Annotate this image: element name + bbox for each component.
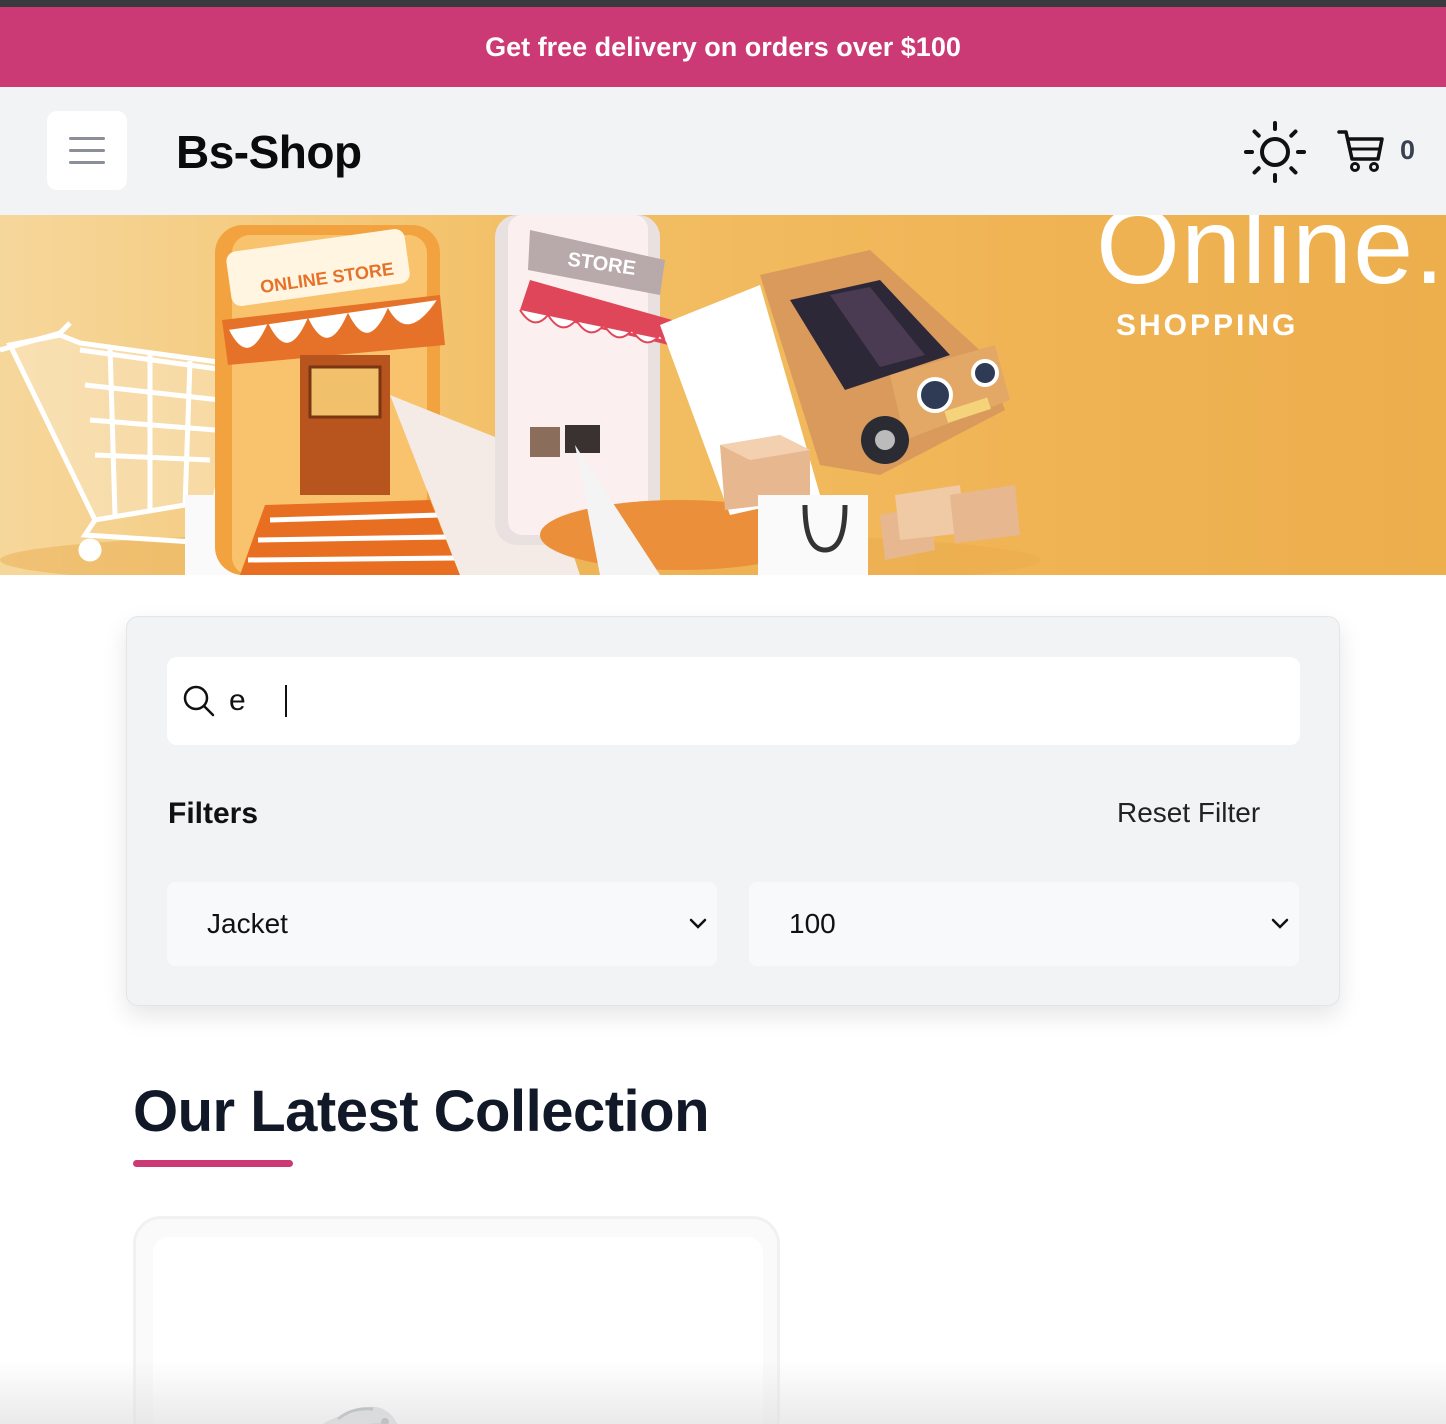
promo-banner: Get free delivery on orders over $100 [0,7,1446,87]
sun-icon [1244,121,1306,183]
product-image[interactable] [153,1237,763,1424]
search-icon [183,685,215,717]
reset-filter-button[interactable]: Reset Filter [1117,797,1260,829]
navbar: Bs-Shop 0 [0,87,1446,215]
price-select[interactable]: 100 [749,882,1299,966]
category-select-value: Jacket [207,908,288,939]
hamburger-icon [69,137,105,140]
filters-heading: Filters [168,797,259,830]
hero-subtitle: SHOPPING [1116,309,1299,342]
promo-text: Get free delivery on orders over $100 [485,31,961,62]
theme-toggle-button[interactable] [1242,119,1308,185]
search-box[interactable] [167,657,1300,745]
cart-count: 0 [1400,135,1416,165]
hero-title: Online. [1096,215,1446,306]
category-select[interactable]: Jacket [167,882,717,966]
site-logo[interactable]: Bs-Shop [176,125,362,179]
text-caret [285,685,287,717]
cart-icon [1337,130,1384,172]
collection-title: Our Latest Collection [133,1079,710,1144]
search-input[interactable] [229,675,1269,727]
price-select-value: 100 [789,908,836,939]
top-border [0,0,1446,7]
sneaker-image [322,1406,398,1424]
chevron-down-icon [1271,918,1289,929]
menu-button[interactable] [47,111,127,190]
chevron-down-icon [689,918,707,929]
title-underline [133,1160,293,1167]
filter-panel: Filters Reset Filter Jacket 100 [126,616,1340,1006]
cart-button[interactable] [1336,127,1386,175]
hero-banner: ONLINE STORE STORE Online. SHOPPING [0,215,1446,575]
product-card[interactable] [133,1216,780,1424]
